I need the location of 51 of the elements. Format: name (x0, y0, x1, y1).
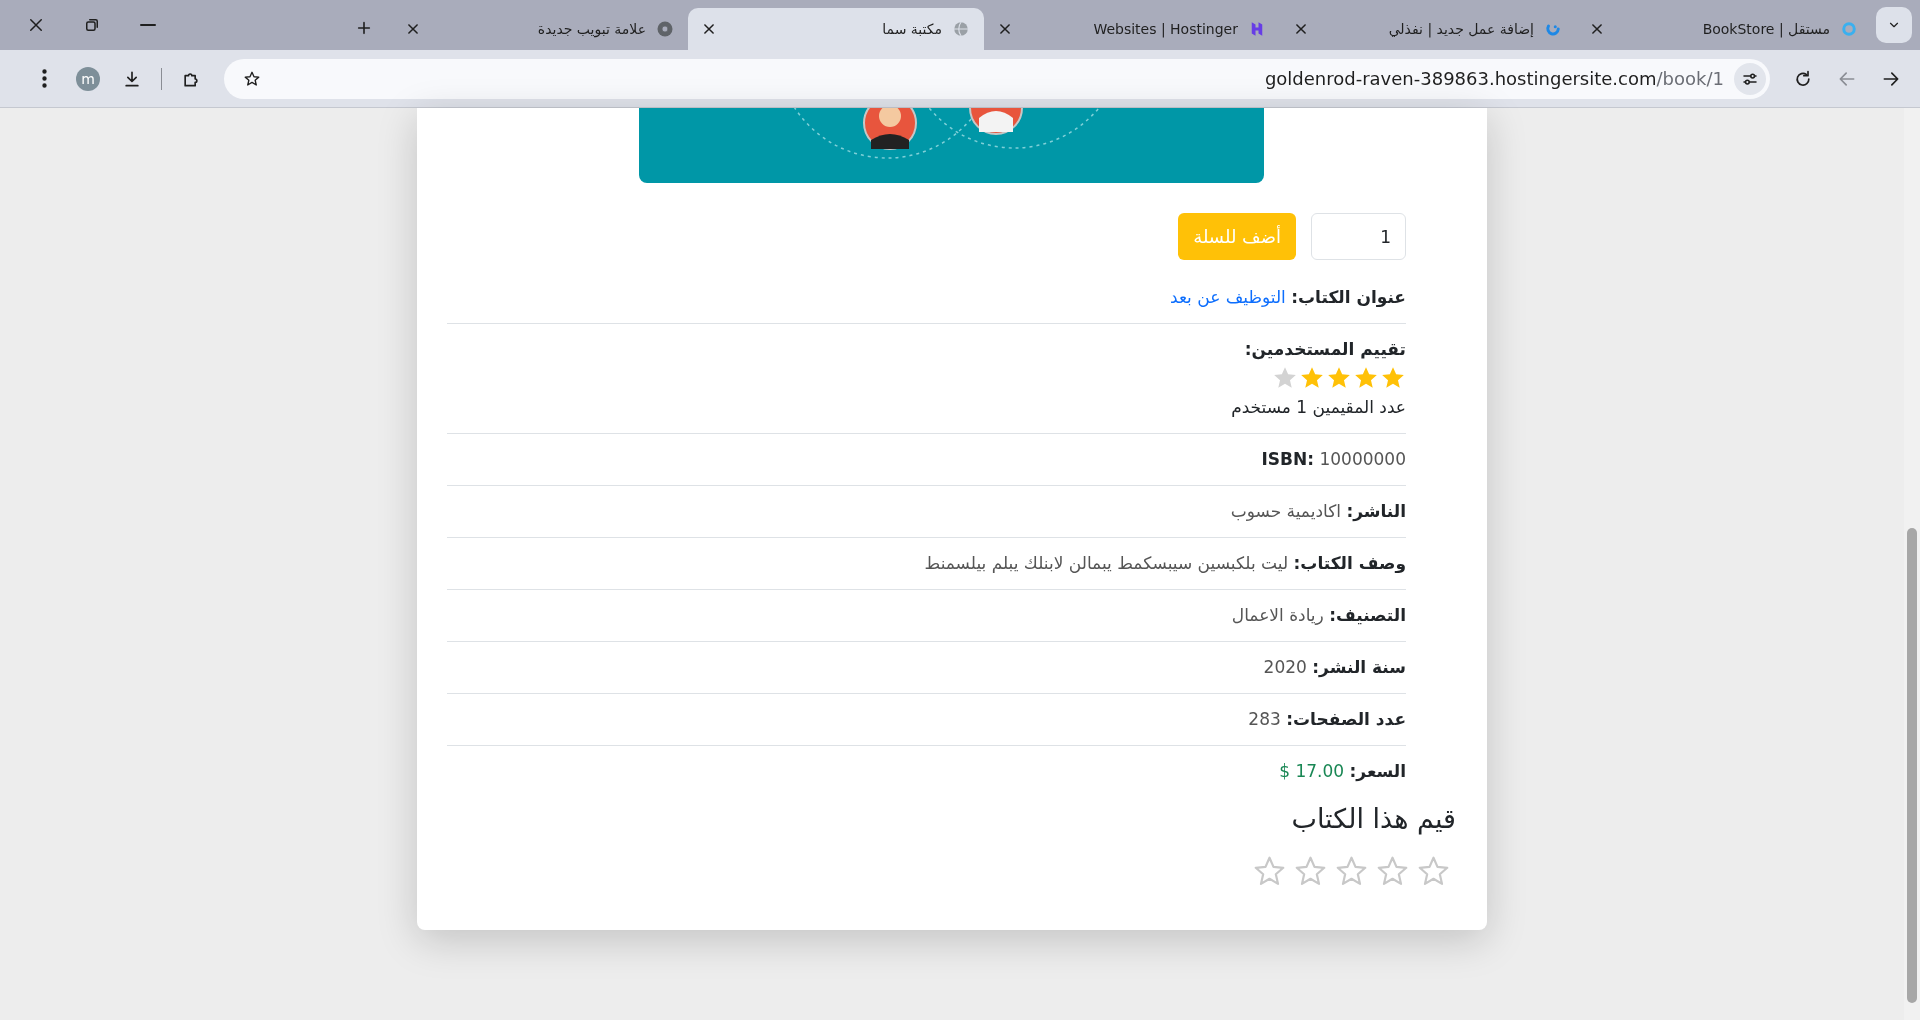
url-text: goldenrod-raven-389863.hostingersite.com/book/1 (1264, 67, 1724, 91)
book-title-link[interactable]: التوظيف عن بعد (1170, 287, 1286, 307)
scrollbar[interactable] (1904, 108, 1920, 1020)
close-icon[interactable] (702, 22, 716, 36)
section-heading: قيم هذا الكتاب (1291, 801, 1456, 837)
field-label: وصف الكتاب: (1293, 552, 1406, 573)
field-value: ليت بلكبسين سيبسكمط يبمالن لابنلك يبلم بيلسمنط (924, 552, 1289, 573)
tab-title: إضافة عمل جديد | نفذلي (1387, 19, 1534, 40)
tab-title: Websites | Hostinger (1092, 19, 1238, 40)
field-label: تقييم المستخدمين: (1244, 339, 1406, 359)
field-label: سنة النشر: (1312, 656, 1406, 677)
field-value: 283 (1248, 708, 1281, 729)
browser-tab[interactable]: Websites | Hostinger (984, 8, 1280, 50)
rate-stars[interactable] (1253, 855, 1450, 888)
close-icon[interactable] (998, 22, 1012, 36)
rating-count: عدد المقيمين 1 مستخدم (1230, 396, 1406, 419)
field-value: 2020 (1263, 656, 1307, 677)
field-label: التصنيف: (1329, 604, 1406, 625)
field-label: السعر: (1349, 760, 1406, 781)
field-label: عنوان الكتاب: (1291, 287, 1406, 307)
field-value: 10000000 (1319, 448, 1406, 469)
price-value: $ 17.00 (1279, 759, 1345, 783)
browser-tab[interactable]: علامة تبويب جديدة (392, 8, 688, 50)
close-icon[interactable] (1590, 22, 1604, 36)
browser-tab[interactable]: مكتبة سما (688, 8, 984, 50)
browser-tab[interactable]: مستقل | BookStore (1576, 8, 1872, 50)
restore-icon (83, 16, 101, 34)
address-bar[interactable]: goldenrod-raven-389863.hostingersite.com/book/1 (224, 58, 1770, 99)
globe-icon (952, 20, 970, 38)
reload-icon (1793, 68, 1813, 89)
plus-icon (356, 20, 372, 36)
scrollbar-thumb[interactable] (1907, 528, 1917, 1003)
tab-title: مكتبة سما (881, 19, 942, 39)
star-icon (243, 69, 261, 88)
field-label: ISBN: (1261, 448, 1315, 469)
site-info-button[interactable] (1734, 62, 1766, 95)
more-vertical-icon (41, 69, 47, 88)
minimize-icon (140, 24, 156, 26)
field-label: عدد الصفحات: (1286, 708, 1406, 729)
browser-icon (656, 20, 674, 38)
tab-title: علامة تبويب جديدة (536, 19, 646, 40)
close-icon[interactable] (1294, 22, 1308, 36)
field-value: ريادة الاعمال (1231, 604, 1324, 625)
ring-icon (1840, 20, 1858, 38)
field-label: الناشر: (1346, 500, 1406, 521)
quantity-field[interactable]: 1 (1311, 213, 1406, 260)
tab-title: مستقل | BookStore (1701, 19, 1830, 40)
field-value: اكاديمية حسوب (1230, 500, 1341, 521)
close-icon[interactable] (406, 22, 420, 36)
browser-tab[interactable]: إضافة عمل جديد | نفذلي (1280, 8, 1576, 50)
close-icon (27, 16, 45, 34)
